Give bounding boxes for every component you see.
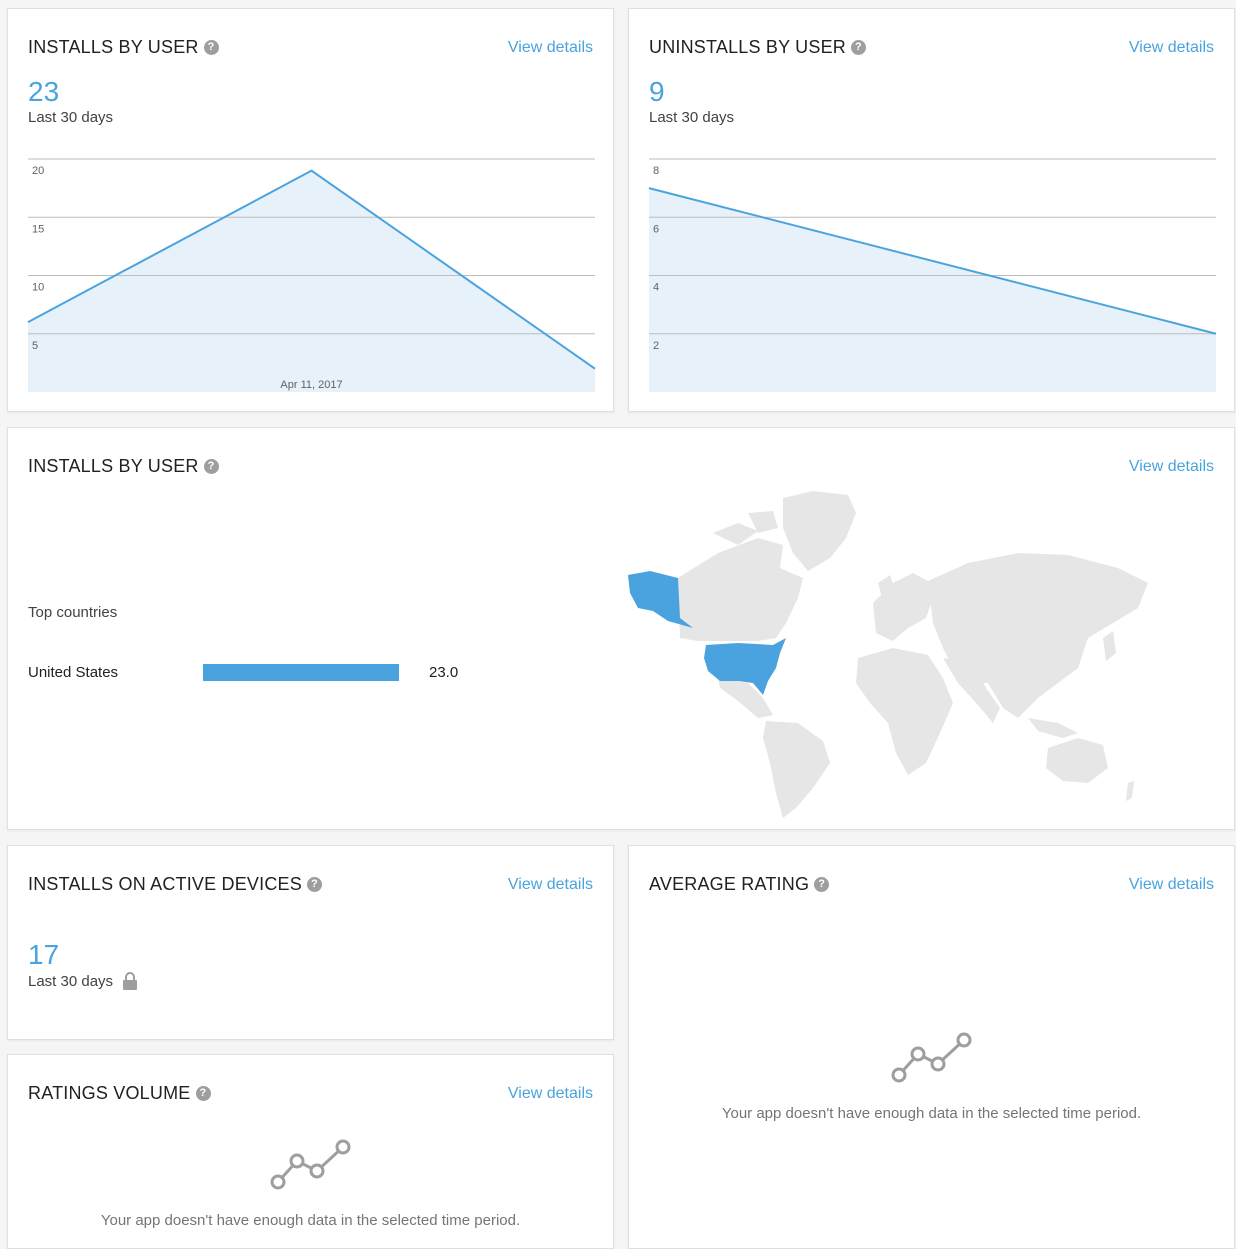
y-tick-label: 2 — [653, 340, 659, 352]
line-chart-icon — [270, 1139, 350, 1190]
y-tick-label: 20 — [32, 165, 44, 177]
installs-chart: 5 10 15 20 Apr 11, 2017 — [27, 158, 596, 392]
card-title-text: INSTALLS BY USER — [28, 456, 199, 476]
top-countries-label: Top countries — [28, 604, 118, 621]
y-tick-label: 15 — [32, 223, 44, 235]
help-icon[interactable]: ? — [814, 877, 830, 892]
area-fill — [28, 170, 595, 392]
area-fill — [649, 188, 1216, 392]
average-rating-card: AVERAGE RATING ? View details Your app d… — [628, 845, 1235, 1249]
card-title: INSTALLS BY USER ? — [28, 456, 219, 477]
installs-active-devices-card: INSTALLS ON ACTIVE DEVICES ? View detail… — [7, 845, 614, 1040]
uninstalls-chart: 2 4 6 8 — [648, 158, 1217, 392]
period-label-text: Last 30 days — [28, 972, 114, 990]
card-title: AVERAGE RATING ? — [649, 874, 830, 895]
y-tick-label: 5 — [32, 340, 38, 352]
card-title-text: RATINGS VOLUME — [28, 1083, 191, 1103]
y-tick-label: 6 — [653, 223, 659, 235]
installs-by-country-card: INSTALLS BY USER ? View details Top coun… — [7, 427, 1235, 830]
ratings-volume-card: RATINGS VOLUME ? View details Your app d… — [7, 1054, 614, 1249]
empty-state: Your app doesn't have enough data in the… — [629, 1032, 1234, 1122]
empty-message: Your app doesn't have enough data in the… — [721, 1105, 1142, 1122]
card-title-text: INSTALLS ON ACTIVE DEVICES — [28, 874, 302, 894]
lock-icon — [123, 972, 138, 990]
uninstalls-by-user-card: UNINSTALLS BY USER ? View details 9 Last… — [628, 8, 1235, 412]
period-label: Last 30 days — [28, 972, 138, 990]
country-name: United States — [28, 664, 119, 681]
card-title: INSTALLS ON ACTIVE DEVICES ? — [28, 874, 322, 895]
help-icon[interactable]: ? — [195, 1086, 211, 1101]
line-chart-icon — [891, 1032, 971, 1083]
country-row: United States 23.0 — [28, 664, 488, 684]
x-tick-label: Apr 11, 2017 — [280, 379, 342, 391]
empty-state: Your app doesn't have enough data in the… — [8, 1139, 613, 1229]
card-title-text: AVERAGE RATING — [649, 874, 810, 894]
y-tick-label: 8 — [653, 165, 659, 177]
country-value: 23.0 — [429, 664, 459, 681]
view-details-link[interactable]: View details — [508, 876, 593, 894]
empty-message: Your app doesn't have enough data in the… — [100, 1212, 521, 1229]
country-bar — [203, 664, 399, 681]
view-details-link[interactable]: View details — [508, 1085, 593, 1103]
help-icon[interactable]: ? — [203, 459, 219, 474]
view-details-link[interactable]: View details — [1129, 458, 1214, 476]
active-devices-count: 17 — [28, 939, 60, 970]
y-tick-label: 4 — [653, 282, 659, 294]
y-tick-label: 10 — [32, 282, 44, 294]
world-map[interactable] — [608, 483, 1153, 823]
view-details-link[interactable]: View details — [1129, 876, 1214, 894]
card-title: RATINGS VOLUME ? — [28, 1083, 211, 1104]
installs-by-user-card: INSTALLS BY USER ? View details 23 Last … — [7, 8, 614, 412]
help-icon[interactable]: ? — [306, 877, 322, 892]
